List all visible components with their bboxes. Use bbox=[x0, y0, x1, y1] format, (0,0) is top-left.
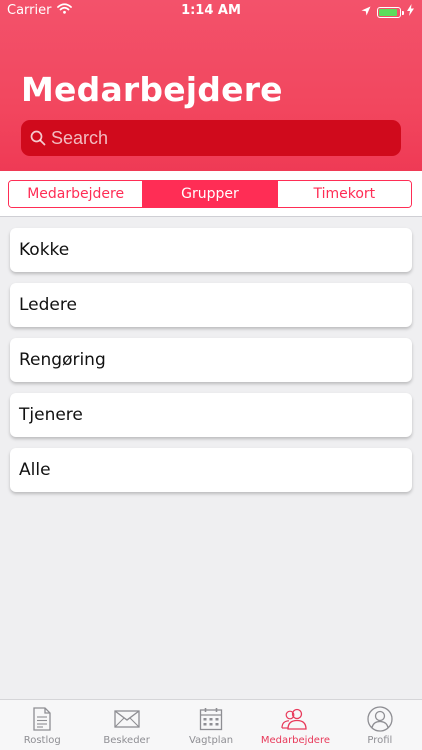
group-item-alle[interactable]: Alle bbox=[10, 448, 412, 492]
segmented-control: Medarbejdere Grupper Timekort bbox=[8, 180, 412, 208]
tab-label-rostlog: Rostlog bbox=[23, 735, 61, 746]
group-item-kokke[interactable]: Kokke bbox=[10, 228, 412, 272]
group-list: Kokke Ledere Rengøring Tjenere Alle bbox=[10, 228, 412, 503]
tab-vagtplan[interactable]: Vagtplan bbox=[169, 700, 253, 750]
envelope-icon bbox=[113, 706, 141, 732]
document-icon bbox=[28, 706, 56, 732]
page-title: Medarbejdere bbox=[21, 70, 283, 109]
tab-label-vagtplan: Vagtplan bbox=[188, 735, 234, 746]
search-icon bbox=[29, 129, 47, 147]
group-item-rengoring[interactable]: Rengøring bbox=[10, 338, 412, 382]
tab-label-medarbejdere: Medarbejdere bbox=[260, 735, 331, 746]
search-input[interactable] bbox=[51, 120, 401, 156]
user-icon bbox=[366, 706, 394, 732]
segment-grupper[interactable]: Grupper bbox=[143, 181, 278, 207]
status-time: 1:14 AM bbox=[181, 3, 241, 18]
segment-medarbejdere[interactable]: Medarbejdere bbox=[9, 181, 144, 207]
people-icon bbox=[281, 706, 309, 732]
segment-timekort[interactable]: Timekort bbox=[277, 181, 411, 207]
tab-beskeder[interactable]: Beskeder bbox=[84, 700, 168, 750]
segment-strip: Medarbejdere Grupper Timekort bbox=[0, 171, 422, 217]
tab-bar: Rostlog Beskeder Vagtplan Medarbejdere P… bbox=[0, 699, 422, 750]
charging-bolt-icon bbox=[407, 4, 414, 20]
battery-tip bbox=[402, 10, 404, 15]
location-arrow-icon bbox=[361, 5, 371, 20]
calendar-icon bbox=[197, 706, 225, 732]
status-bar: Carrier 1:14 AM bbox=[0, 0, 422, 22]
group-item-tjenere[interactable]: Tjenere bbox=[10, 393, 412, 437]
tab-label-beskeder: Beskeder bbox=[103, 735, 150, 746]
battery-fill bbox=[379, 8, 397, 16]
header: Carrier 1:14 AM Medarbejdere Search bbox=[0, 0, 422, 171]
tab-profil[interactable]: Profil bbox=[338, 700, 422, 750]
search-bar[interactable] bbox=[21, 120, 401, 156]
tab-medarbejdere[interactable]: Medarbejdere bbox=[253, 700, 337, 750]
group-item-ledere[interactable]: Ledere bbox=[10, 283, 412, 327]
tab-label-profil: Profil bbox=[367, 735, 393, 746]
battery-icon bbox=[377, 6, 404, 18]
tab-rostlog[interactable]: Rostlog bbox=[0, 700, 84, 750]
status-right bbox=[361, 4, 414, 20]
